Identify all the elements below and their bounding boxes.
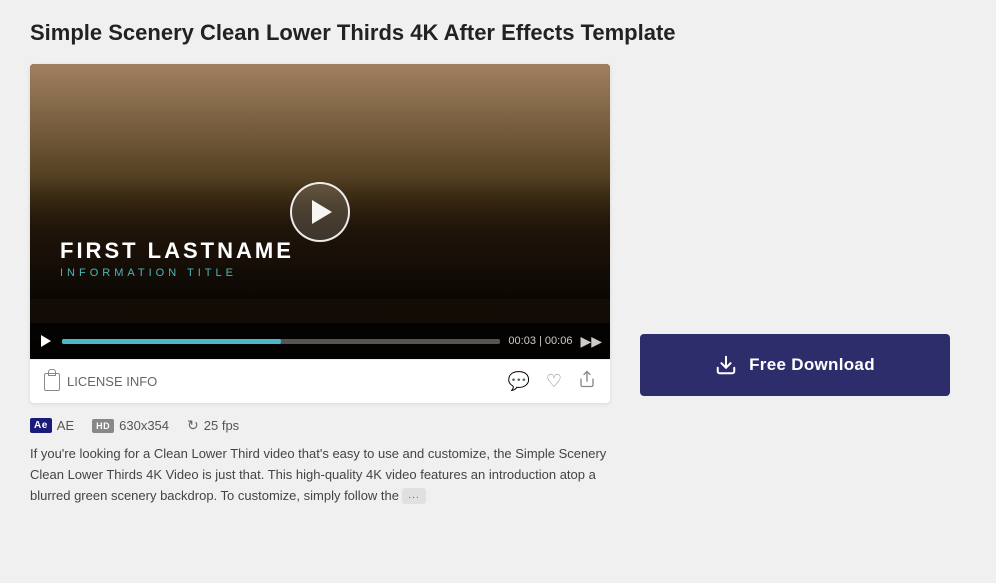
license-info-button[interactable]: LICENSE INFO	[44, 373, 157, 391]
software-badge: Ae AE	[30, 418, 74, 433]
left-panel: FIRST LASTNAME INFORMATION TITLE 00:03 |…	[30, 64, 610, 403]
video-overlay-name: FIRST LASTNAME	[60, 238, 294, 264]
action-icons: 💬 ♡	[507, 370, 596, 393]
license-icon	[44, 373, 60, 391]
play-button[interactable]	[290, 182, 350, 242]
heart-icon[interactable]: ♡	[546, 371, 562, 392]
read-more-button[interactable]: ...	[402, 488, 426, 504]
download-icon	[715, 354, 737, 376]
time-display: 00:03 | 00:06	[508, 335, 572, 347]
ae-badge: Ae	[30, 418, 52, 433]
hd-badge: HD	[92, 419, 114, 433]
play-icon	[312, 200, 332, 224]
video-player[interactable]: FIRST LASTNAME INFORMATION TITLE 00:03 |…	[30, 64, 610, 359]
fps-label: 25 fps	[204, 418, 239, 433]
description-text: If you're looking for a Clean Lower Thir…	[30, 444, 610, 506]
right-panel: Free Download	[640, 64, 966, 396]
progress-bar[interactable]	[62, 339, 500, 344]
resolution-label: 630x354	[119, 418, 169, 433]
content-area: FIRST LASTNAME INFORMATION TITLE 00:03 |…	[30, 64, 966, 403]
license-label: LICENSE INFO	[67, 374, 157, 389]
volume-icon[interactable]: ▶▶	[580, 333, 602, 350]
comment-icon[interactable]: 💬	[507, 371, 529, 392]
video-info-bar: LICENSE INFO 💬 ♡	[30, 359, 610, 403]
fps-badge: ↻ 25 fps	[187, 417, 239, 434]
progress-fill	[62, 339, 281, 344]
resolution-badge: HD 630x354	[92, 418, 169, 433]
video-text-overlay: FIRST LASTNAME INFORMATION TITLE	[60, 238, 294, 279]
description-content: If you're looking for a Clean Lower Thir…	[30, 446, 606, 503]
video-overlay-subtitle: INFORMATION TITLE	[60, 267, 294, 279]
control-play-button[interactable]	[38, 333, 54, 349]
page-title: Simple Scenery Clean Lower Thirds 4K Aft…	[30, 20, 966, 46]
control-play-icon	[41, 335, 51, 347]
share-icon[interactable]	[578, 370, 596, 393]
fps-icon: ↻	[187, 417, 199, 434]
free-download-button[interactable]: Free Download	[640, 334, 950, 396]
meta-row: Ae AE HD 630x354 ↻ 25 fps	[30, 417, 610, 434]
software-label: AE	[57, 418, 74, 433]
download-button-label: Free Download	[749, 355, 875, 375]
video-controls: 00:03 | 00:06 ▶▶	[30, 323, 610, 359]
